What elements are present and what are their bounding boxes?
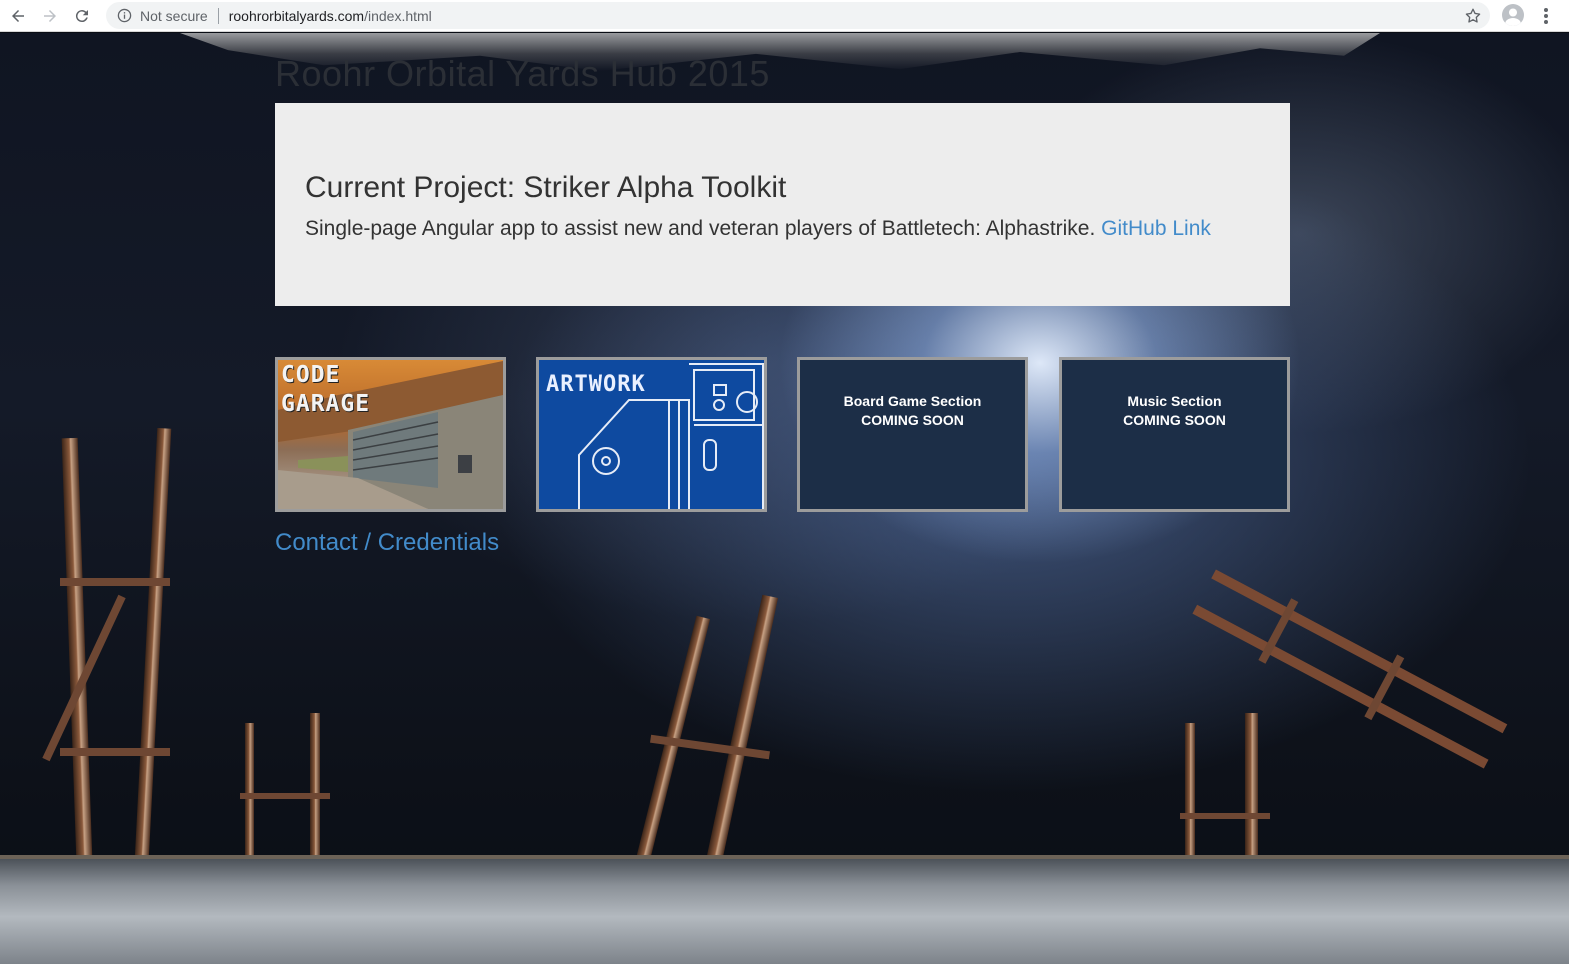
artwork-label: ARTWORK <box>546 372 646 397</box>
artwork-tile[interactable]: ARTWORK <box>536 357 767 512</box>
info-icon[interactable] <box>116 8 132 24</box>
ground-plane <box>0 859 1569 964</box>
address-separator <box>217 7 219 24</box>
github-link[interactable]: GitHub Link <box>1101 217 1211 240</box>
current-project-panel: Current Project: Striker Alpha Toolkit S… <box>275 103 1290 306</box>
forward-button[interactable] <box>36 2 64 30</box>
board-game-caption: Board Game Section COMING SOON <box>800 392 1025 430</box>
url-text[interactable]: roohrorbitalyards.com/index.html <box>229 8 432 24</box>
code-garage-tile[interactable]: CODE GARAGE <box>275 357 506 512</box>
page-background: Roohr Orbital Yards Hub 2015 Current Pro… <box>0 33 1569 964</box>
url-domain: roohrorbitalyards.com <box>228 7 365 24</box>
reload-button[interactable] <box>68 2 96 30</box>
current-project-heading: Current Project: Striker Alpha Toolkit <box>305 171 787 204</box>
music-status: COMING SOON <box>1123 412 1226 428</box>
code-garage-label-line2: GARAGE <box>281 391 371 417</box>
scaffold-small-left <box>235 713 335 873</box>
board-game-status: COMING SOON <box>861 412 964 428</box>
profile-avatar-icon[interactable] <box>1502 4 1524 26</box>
current-project-description: Single-page Angular app to assist new an… <box>305 217 1211 241</box>
contact-credentials-link[interactable]: Contact / Credentials <box>275 529 499 557</box>
board-game-tile[interactable]: Board Game Section COMING SOON <box>797 357 1028 512</box>
code-garage-label-line1: CODE <box>281 362 341 388</box>
project-description-text: Single-page Angular app to assist new an… <box>305 217 1096 240</box>
back-button[interactable] <box>4 2 32 30</box>
scaffold-left <box>40 427 180 919</box>
url-path: /index.html <box>364 7 432 24</box>
site-title: Roohr Orbital Yards Hub 2015 <box>275 53 770 94</box>
security-indicator[interactable]: Not secure <box>140 8 208 24</box>
music-caption: Music Section COMING SOON <box>1062 392 1287 430</box>
board-game-title: Board Game Section <box>843 393 982 409</box>
music-tile[interactable]: Music Section COMING SOON <box>1059 357 1290 512</box>
address-bar[interactable]: Not secure roohrorbitalyards.com/index.h… <box>106 2 1490 29</box>
bookmark-star-icon[interactable] <box>1464 7 1482 25</box>
browser-toolbar: Not secure roohrorbitalyards.com/index.h… <box>0 0 1569 32</box>
music-title: Music Section <box>1127 393 1222 409</box>
forward-arrow-icon <box>44 9 56 22</box>
browser-menu-icon[interactable] <box>1538 6 1554 26</box>
reload-icon <box>75 9 88 22</box>
back-arrow-icon <box>12 9 24 22</box>
